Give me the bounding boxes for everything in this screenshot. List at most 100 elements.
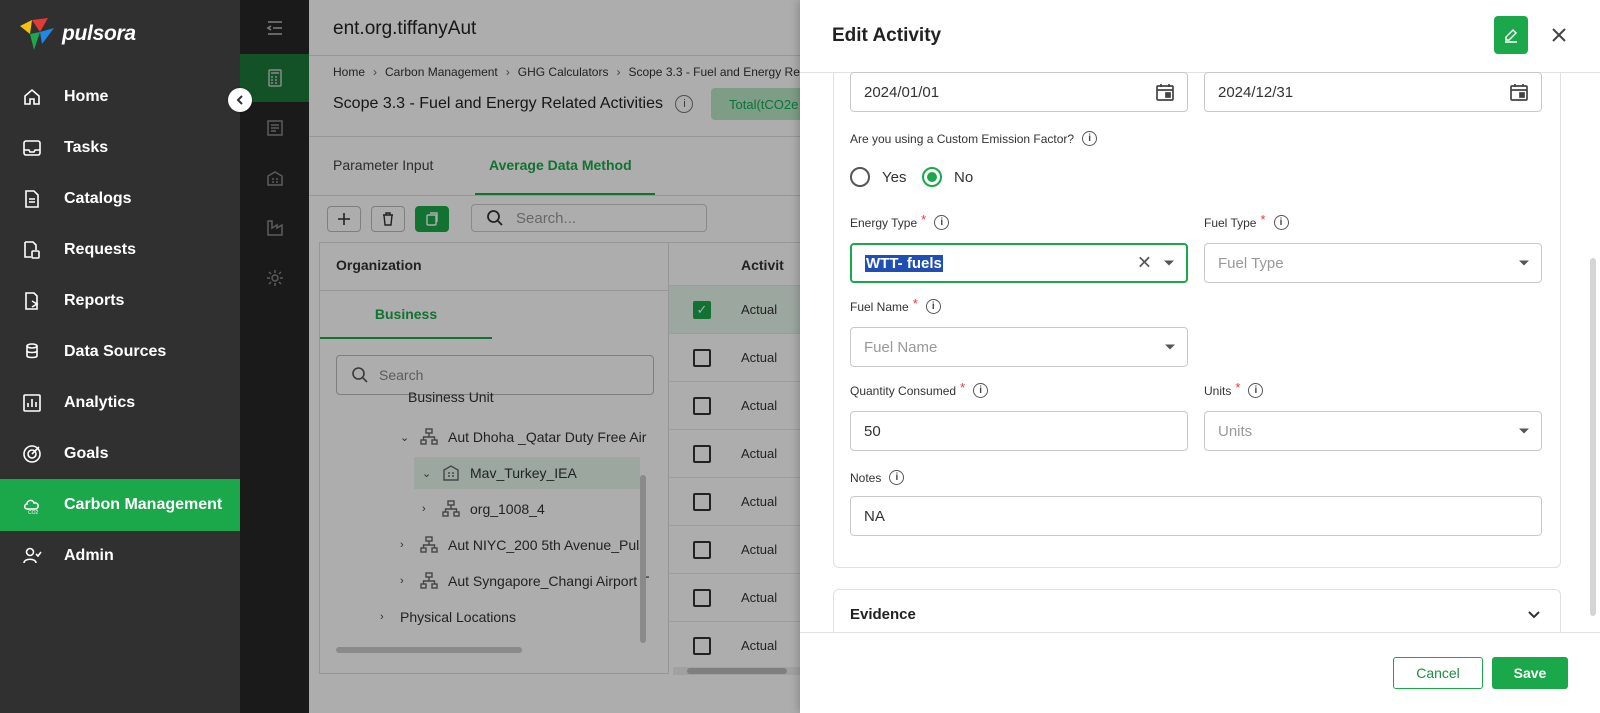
request-icon [24, 241, 40, 259]
label-text: Quantity Consumed [850, 383, 957, 398]
clear-icon[interactable]: ✕ [1137, 253, 1152, 274]
info-icon[interactable]: i [1273, 215, 1289, 230]
co2-cloud-icon: CO2 [23, 499, 39, 515]
document-icon [25, 190, 39, 208]
nav-item-home[interactable]: Home [0, 71, 240, 123]
required-mark: * [921, 212, 927, 227]
radio-yes[interactable]: Yes [850, 167, 906, 187]
info-icon[interactable]: i [1248, 383, 1264, 398]
drawer-scrollbar[interactable] [1590, 258, 1596, 616]
nav-item-admin[interactable]: Admin [0, 530, 240, 582]
radio-circle[interactable] [850, 167, 870, 187]
chevron-down-icon[interactable] [1165, 344, 1175, 350]
chevron-down-icon[interactable] [1164, 260, 1174, 266]
sidebar-collapse-button[interactable] [228, 88, 252, 112]
fuel-name-placeholder: Fuel Name [864, 338, 938, 356]
end-date-value: 2024/12/31 [1218, 83, 1294, 101]
info-icon[interactable]: i [934, 215, 950, 230]
nav-item-reports[interactable]: Reports [0, 275, 240, 327]
brand-logo[interactable]: pulsora [18, 16, 136, 52]
fuel-type-label: Fuel Type * i [1204, 212, 1289, 230]
energy-type-label: Energy Type * i [850, 212, 950, 230]
fuel-type-placeholder: Fuel Type [1218, 254, 1284, 272]
database-icon [26, 343, 38, 359]
fuel-type-select[interactable]: Fuel Type [1204, 243, 1542, 283]
radio-circle-selected[interactable] [922, 167, 942, 187]
activity-form [833, 72, 1561, 568]
pencil-icon [1505, 28, 1518, 43]
notes-label: Notes i [850, 470, 905, 485]
nav-item-analytics[interactable]: Analytics [0, 377, 240, 429]
label-text: Fuel Type [1204, 215, 1257, 230]
nav-label: Home [64, 88, 109, 105]
nav-label: Catalogs [64, 190, 132, 207]
home-icon [24, 88, 40, 105]
save-button[interactable]: Save [1492, 657, 1568, 689]
brand-name: pulsora [62, 22, 136, 45]
label-text: Units [1204, 383, 1232, 398]
info-icon[interactable]: i [889, 470, 905, 485]
drawer-title: Edit Activity [832, 25, 942, 46]
label-text: Fuel Name [850, 299, 909, 314]
cancel-button[interactable]: Cancel [1393, 657, 1483, 689]
chevron-down-icon[interactable] [1519, 428, 1529, 434]
info-icon[interactable]: i [1082, 131, 1098, 146]
required-mark: * [1260, 212, 1266, 227]
label-text: Energy Type [850, 215, 918, 230]
notes-input[interactable]: NA [850, 496, 1542, 536]
nav-label: Data Sources [64, 343, 167, 360]
pulsora-logo-icon [20, 18, 54, 50]
calendar-icon[interactable] [1155, 82, 1175, 102]
radio-label: Yes [882, 168, 907, 186]
units-label: Units * i [1204, 380, 1264, 398]
user-check-icon [23, 547, 42, 564]
nav-item-tasks[interactable]: Tasks [0, 122, 240, 174]
info-icon[interactable]: i [925, 299, 941, 314]
nav-item-requests[interactable]: Requests [0, 224, 240, 276]
chevron-left-icon [236, 95, 243, 105]
radio-label: No [954, 168, 974, 186]
custom-ef-text: Are you using a Custom Emission Factor? [850, 131, 1075, 146]
target-icon [23, 445, 41, 463]
modal-backdrop[interactable] [240, 0, 800, 713]
nav-label: Carbon Management [64, 496, 223, 513]
edit-button[interactable] [1494, 16, 1528, 54]
nav-label: Tasks [64, 139, 109, 156]
quantity-label: Quantity Consumed * i [850, 380, 989, 398]
svg-text:CO2: CO2 [28, 510, 39, 515]
nav-item-carbon-management[interactable]: CO2 Carbon Management [0, 479, 240, 531]
close-button[interactable] [1546, 22, 1572, 48]
evidence-title: Evidence [850, 606, 916, 623]
divider [800, 632, 1600, 633]
start-date-value: 2024/01/01 [864, 83, 940, 101]
quantity-input[interactable]: 50 [850, 411, 1188, 451]
nav-label: Analytics [64, 394, 136, 411]
nav-item-goals[interactable]: Goals [0, 428, 240, 480]
nav-label: Reports [64, 292, 125, 309]
edit-activity-drawer: Edit Activity 2024/01/01 2024/12/31 Are … [800, 0, 1600, 713]
energy-type-select[interactable]: WTT- fuels ✕ [850, 243, 1188, 283]
required-mark: * [1235, 380, 1241, 395]
end-date-field[interactable]: 2024/12/31 [1204, 72, 1542, 112]
chevron-down-icon[interactable] [1526, 606, 1542, 622]
radio-no[interactable]: No [922, 167, 973, 187]
nav-label: Admin [64, 547, 114, 564]
units-placeholder: Units [1218, 422, 1253, 440]
nav-item-data-sources[interactable]: Data Sources [0, 326, 240, 378]
nav-label: Goals [64, 445, 109, 462]
chevron-down-icon[interactable] [1519, 260, 1529, 266]
calendar-icon[interactable] [1509, 82, 1529, 102]
nav-item-catalogs[interactable]: Catalogs [0, 173, 240, 225]
required-mark: * [960, 380, 966, 395]
fuel-name-select[interactable]: Fuel Name [850, 327, 1188, 367]
report-icon [25, 292, 39, 310]
start-date-field[interactable]: 2024/01/01 [850, 72, 1188, 112]
close-icon [1552, 28, 1566, 42]
nav-label: Requests [64, 241, 137, 258]
units-select[interactable]: Units [1204, 411, 1542, 451]
energy-type-value: WTT- fuels [865, 254, 943, 272]
analytics-icon [23, 394, 41, 412]
left-navigation: pulsora Home Tasks Catalogs Requests Rep… [0, 0, 240, 713]
required-mark: * [912, 296, 918, 311]
info-icon[interactable]: i [973, 383, 989, 398]
